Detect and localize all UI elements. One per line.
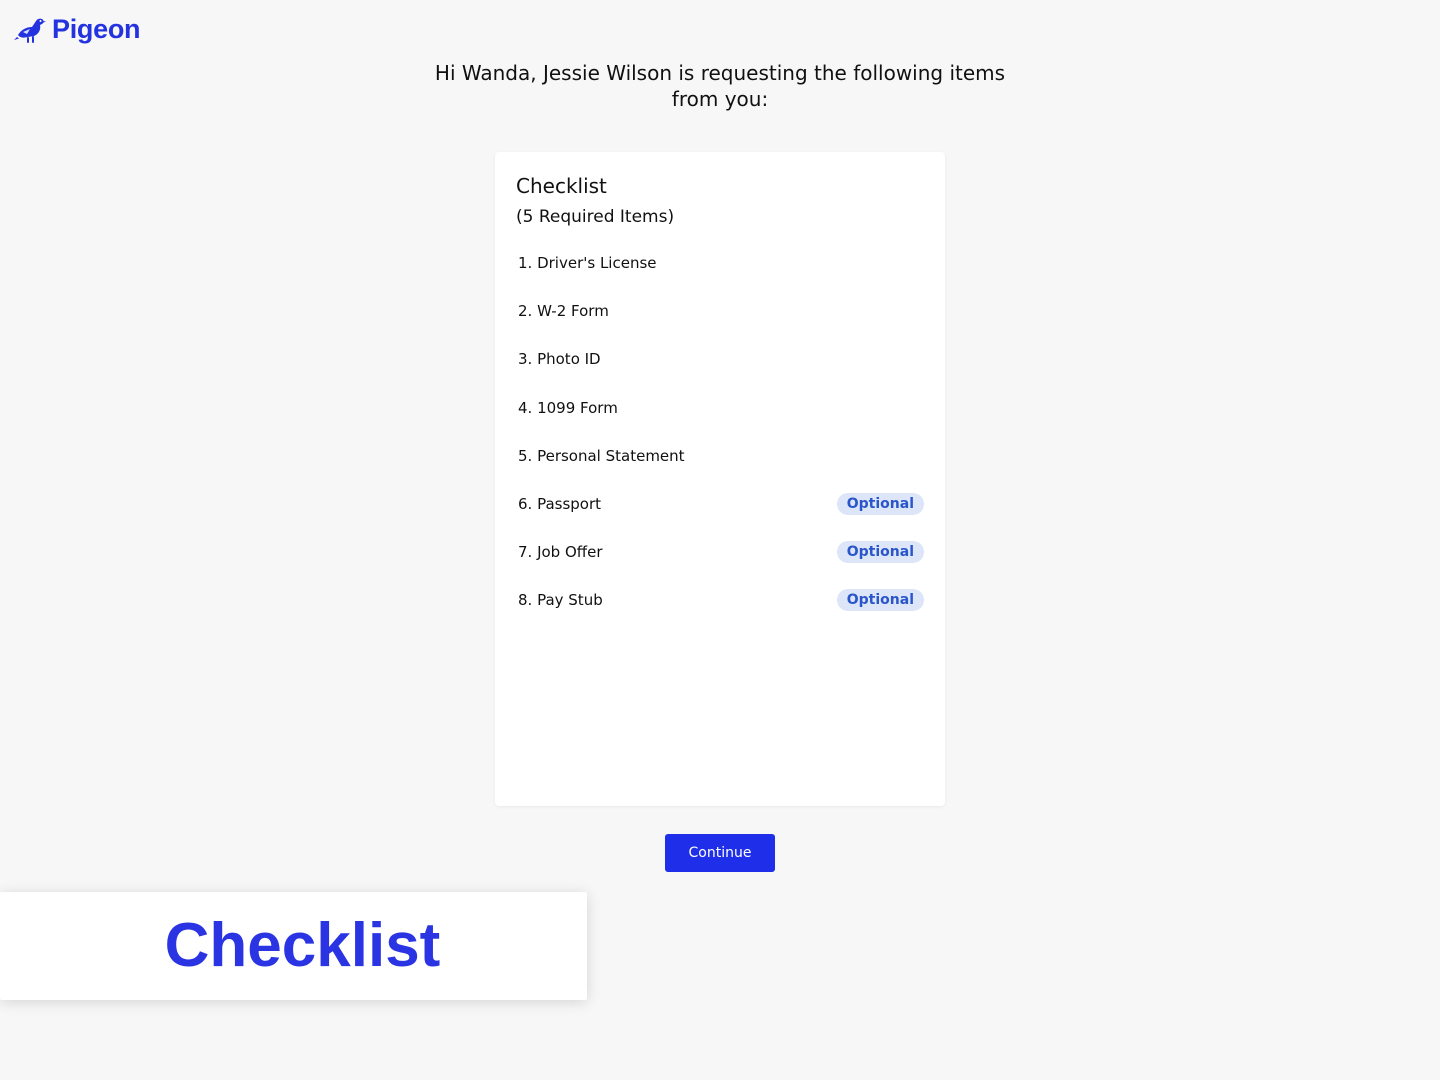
optional-badge: Optional bbox=[836, 541, 924, 564]
checklist-caption-text: Checklist bbox=[164, 911, 441, 980]
checklist-card: Checklist (5 Required Items) 1. Driver's… bbox=[495, 152, 945, 806]
checklist-item: 6. Passport Optional bbox=[516, 492, 924, 540]
optional-badge: Optional bbox=[836, 589, 924, 612]
checklist-item-label: 6. Passport bbox=[518, 494, 602, 513]
checklist-item-label: 3. Photo ID bbox=[518, 350, 601, 369]
brand-logo[interactable]: Pigeon bbox=[14, 14, 141, 45]
pigeon-bird-icon bbox=[14, 18, 46, 43]
checklist-item: 3. Photo ID bbox=[516, 347, 924, 395]
checklist-item: 5. Personal Statement bbox=[516, 444, 924, 492]
greeting-heading: Hi Wanda, Jessie Wilson is requesting th… bbox=[434, 61, 1006, 111]
checklist-item: 2. W-2 Form bbox=[516, 299, 924, 347]
checklist-item: 8. Pay Stub Optional bbox=[516, 588, 924, 636]
checklist-item-label: 1. Driver's License bbox=[518, 254, 657, 272]
checklist-caption-overlay: Checklist bbox=[0, 892, 587, 1000]
checklist-title: Checklist bbox=[516, 174, 607, 198]
checklist-item-label: 7. Job Offer bbox=[518, 543, 603, 562]
continue-button[interactable]: Continue bbox=[665, 834, 775, 872]
checklist-item-label: 2. W-2 Form bbox=[518, 302, 609, 321]
required-items-count: (5 Required Items) bbox=[516, 207, 675, 227]
checklist-item-label: 4. 1099 Form bbox=[518, 398, 618, 417]
checklist-item-label: 8. Pay Stub bbox=[518, 591, 603, 610]
checklist-item-label: 5. Personal Statement bbox=[518, 446, 685, 465]
checklist-item: 7. Job Offer Optional bbox=[516, 540, 924, 588]
checklist-item: 4. 1099 Form bbox=[516, 396, 924, 444]
checklist-item: 1. Driver's License bbox=[516, 251, 924, 299]
brand-name: Pigeon bbox=[52, 14, 141, 44]
optional-badge: Optional bbox=[836, 492, 924, 515]
checklist-items: 1. Driver's License 2. W-2 Form 3. Photo… bbox=[516, 251, 924, 637]
